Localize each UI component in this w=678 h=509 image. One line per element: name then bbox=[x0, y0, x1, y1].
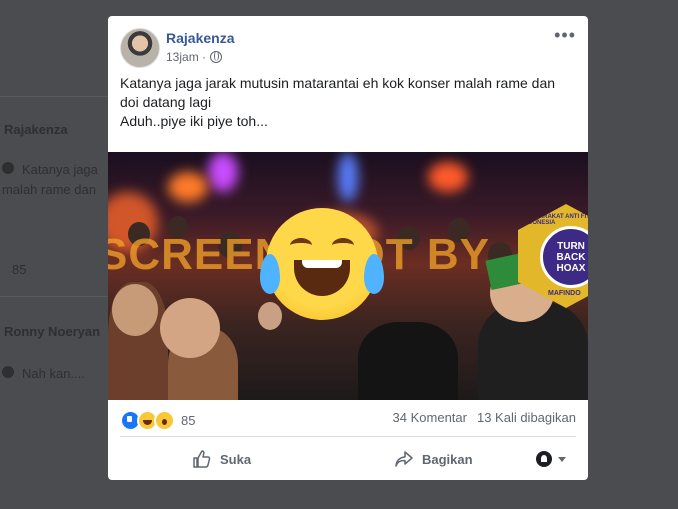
like-label: Suka bbox=[220, 451, 252, 467]
share-button[interactable]: Bagikan bbox=[394, 449, 473, 469]
engagement-counts: 34 Komentar 13 Kali dibagikan bbox=[393, 410, 576, 425]
background-divider bbox=[0, 96, 108, 97]
stage-light bbox=[428, 162, 468, 192]
thumbs-up-icon bbox=[193, 450, 211, 468]
stats-divider bbox=[120, 436, 576, 437]
stage-light bbox=[168, 172, 208, 202]
background-author: Ronny Noeryan bbox=[4, 324, 101, 339]
page-avatar-icon bbox=[536, 451, 552, 467]
author-name[interactable]: Rajakenza bbox=[166, 30, 234, 46]
badge-ring-text: MASYARAKAT ANTI FITNAH INDONESIA bbox=[522, 214, 588, 226]
background-comment-line-1: Katanya jaga bbox=[22, 162, 98, 177]
post-text-line: Aduh..piye iki piye toh... bbox=[120, 113, 268, 129]
person-head bbox=[112, 284, 158, 336]
globe-icon[interactable] bbox=[210, 51, 223, 63]
background-reaction-count: 85 bbox=[12, 262, 27, 277]
post-stats: 85 34 Komentar 13 Kali dibagikan bbox=[120, 408, 576, 431]
reactions-summary[interactable]: 85 bbox=[120, 410, 195, 431]
post-text-line: Katanya jaga jarak mutusin matarantai eh… bbox=[120, 75, 556, 110]
post-photo[interactable]: SCREENSHOT BY MASYARAKAT ANTI FITNAH IND… bbox=[108, 152, 588, 400]
reaction-count: 85 bbox=[181, 413, 196, 428]
badge-bottom-text: MAFINDO bbox=[548, 290, 581, 297]
background-comment-line-2: malah rame dan bbox=[2, 182, 96, 197]
share-arrow-icon bbox=[395, 451, 413, 467]
wow-reaction-icon bbox=[154, 410, 175, 431]
post-meta: 13jam · bbox=[166, 50, 223, 64]
comment-count[interactable]: 34 Komentar bbox=[393, 410, 467, 425]
post-header: Rajakenza 13jam · ••• bbox=[120, 26, 576, 68]
post-text: Katanya jaga jarak mutusin matarantai eh… bbox=[120, 74, 576, 131]
background-reply-icon bbox=[2, 162, 14, 174]
background-divider bbox=[0, 296, 108, 297]
background-author: Rajakenza bbox=[4, 122, 68, 137]
avatar[interactable] bbox=[120, 28, 160, 68]
person-head bbox=[160, 298, 220, 358]
like-button[interactable]: Suka bbox=[192, 449, 251, 469]
post-actions: Suka Bagikan bbox=[120, 440, 576, 478]
background-comment: Nah kan.... bbox=[22, 366, 85, 381]
share-count[interactable]: 13 Kali dibagikan bbox=[477, 410, 576, 425]
badge-center-text: TURN BACK HOAX bbox=[540, 226, 588, 288]
stage-light bbox=[338, 152, 358, 202]
share-label: Bagikan bbox=[422, 451, 473, 467]
person-center bbox=[358, 322, 458, 400]
stage-light bbox=[208, 152, 238, 192]
post-as-selector[interactable] bbox=[536, 451, 566, 467]
crowd-head bbox=[258, 302, 282, 330]
post-card: Rajakenza 13jam · ••• Katanya jaga jarak… bbox=[108, 16, 588, 480]
more-options-button[interactable]: ••• bbox=[554, 26, 576, 44]
background-reply-icon bbox=[2, 366, 14, 378]
post-time[interactable]: 13jam · bbox=[166, 50, 206, 64]
chevron-down-icon bbox=[558, 456, 566, 462]
laughing-emoji-icon bbox=[260, 208, 384, 320]
